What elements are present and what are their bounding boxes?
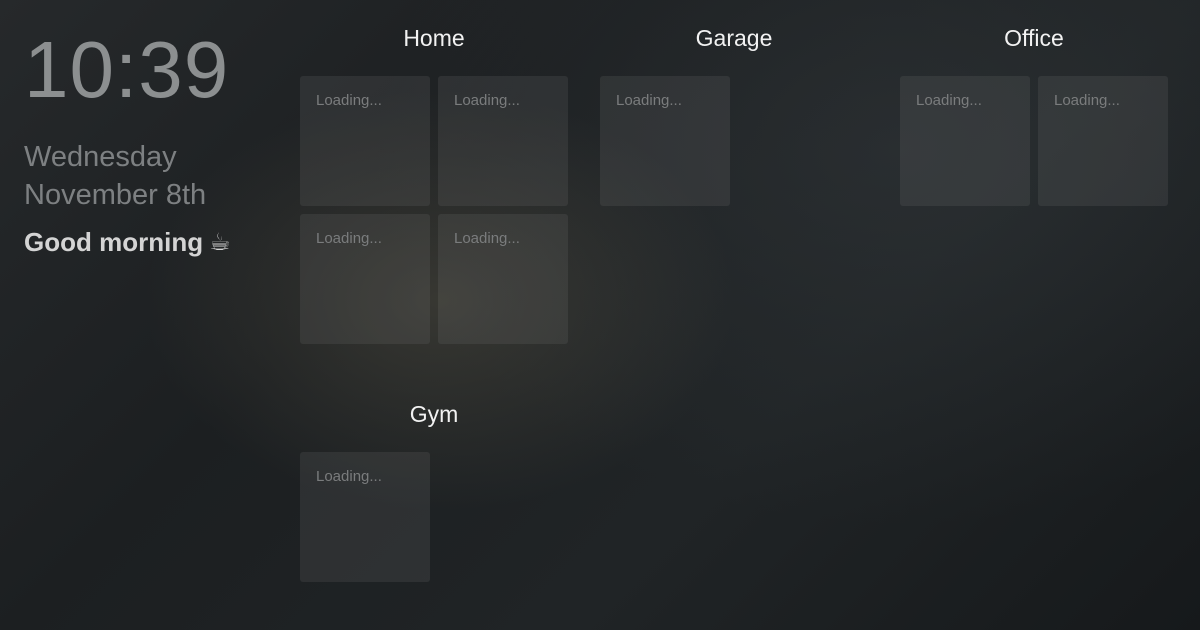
clock-panel: 10:39 Wednesday November 8th Good mornin…: [24, 28, 264, 258]
date-label: November 8th: [24, 179, 207, 211]
tile-grid: Loading... Loading...: [900, 76, 1168, 206]
tile-status: Loading...: [454, 92, 520, 109]
group-title: Garage: [695, 25, 773, 51]
group-title: Home: [403, 25, 465, 51]
device-tile[interactable]: Loading...: [438, 76, 568, 206]
tile-status: Loading...: [316, 230, 382, 247]
device-tile[interactable]: Loading...: [300, 76, 430, 206]
tile-status: Loading...: [316, 92, 382, 109]
tile-grid: Loading...: [300, 452, 568, 582]
tile-status: Loading...: [1054, 92, 1120, 109]
group-gym: Gym Loading...: [300, 400, 568, 582]
tile-status: Loading...: [616, 92, 682, 109]
device-tile[interactable]: Loading...: [900, 76, 1030, 206]
device-tile[interactable]: Loading...: [600, 76, 730, 206]
tile-status: Loading...: [454, 230, 520, 247]
device-tile[interactable]: Loading...: [1038, 76, 1168, 206]
tile-grid: Loading... Loading... Loading... Loading…: [300, 76, 568, 344]
device-tile[interactable]: Loading...: [438, 214, 568, 344]
tile-grid: Loading...: [600, 76, 868, 206]
weekday-label: Wednesday: [24, 141, 177, 173]
tile-status: Loading...: [316, 468, 382, 485]
group-office: Office Loading... Loading...: [900, 24, 1168, 206]
group-title: Gym: [409, 401, 459, 427]
tile-status: Loading...: [916, 92, 982, 109]
device-tile[interactable]: Loading...: [300, 452, 430, 582]
group-home: Home Loading... Loading... Loading... Lo…: [300, 24, 568, 344]
clock-time: 10:39: [24, 25, 230, 114]
greeting: Good morning ☕: [24, 227, 264, 258]
coffee-cup-icon: ☕: [209, 229, 231, 256]
group-title: Office: [1004, 25, 1064, 51]
device-tile[interactable]: Loading...: [300, 214, 430, 344]
greeting-text: Good morning: [24, 227, 204, 257]
group-garage: Garage Loading...: [600, 24, 868, 206]
